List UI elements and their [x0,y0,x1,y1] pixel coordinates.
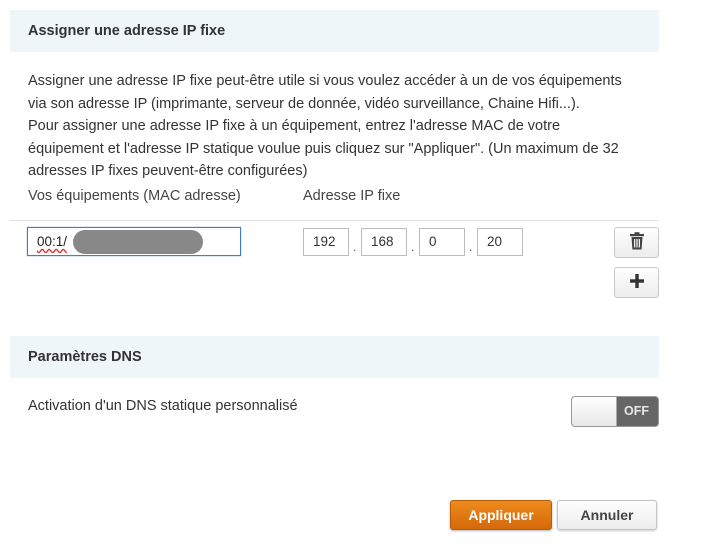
redaction-blur [73,230,203,254]
toggle-knob [572,397,617,426]
ip-separator-dot: . [353,240,357,254]
ip-octet-3-input[interactable]: 0 [419,228,465,256]
description-line: Pour assigner une adresse IP fixe à un é… [28,118,561,134]
dns-section-title: Paramètres DNS [10,336,659,378]
ip-section-title: Assigner une adresse IP fixe [10,10,659,52]
dns-static-toggle[interactable]: OFF [571,396,659,427]
apply-button[interactable]: Appliquer [450,500,552,530]
description-line: via son adresse IP (imprimante, serveur … [28,95,580,112]
ip-octet-4-input[interactable]: 20 [477,228,523,256]
delete-entry-button[interactable] [614,227,659,258]
trash-icon [629,231,645,254]
description-line: Assigner une adresse IP fixe peut-être u… [28,73,622,89]
ip-separator-dot: . [411,240,415,254]
ip-column-label: Adresse IP fixe [303,188,401,204]
plus-icon [629,273,645,293]
ip-octet-2-input[interactable]: 168 [361,228,407,256]
mac-address-value: 00:1/ [37,234,68,249]
toggle-state-text: OFF [624,404,649,418]
mac-column-label: Vos équipements (MAC adresse) [28,188,241,204]
ip-octet-1-input[interactable]: 192 [303,228,349,256]
description-line: équipement et l'adresse IP statique voul… [28,140,619,157]
cancel-button[interactable]: Annuler [557,500,657,530]
description-line: adresses IP fixes peuvent-être configuré… [28,163,308,179]
table-divider [10,220,659,221]
dns-toggle-label: Activation d'un DNS statique personnalis… [28,398,298,414]
ip-section-description: Assigner une adresse IP fixe peut-être u… [28,70,668,183]
mac-address-input[interactable]: 00:1/ [27,227,241,256]
add-entry-button[interactable] [614,267,659,298]
ip-separator-dot: . [469,240,473,254]
